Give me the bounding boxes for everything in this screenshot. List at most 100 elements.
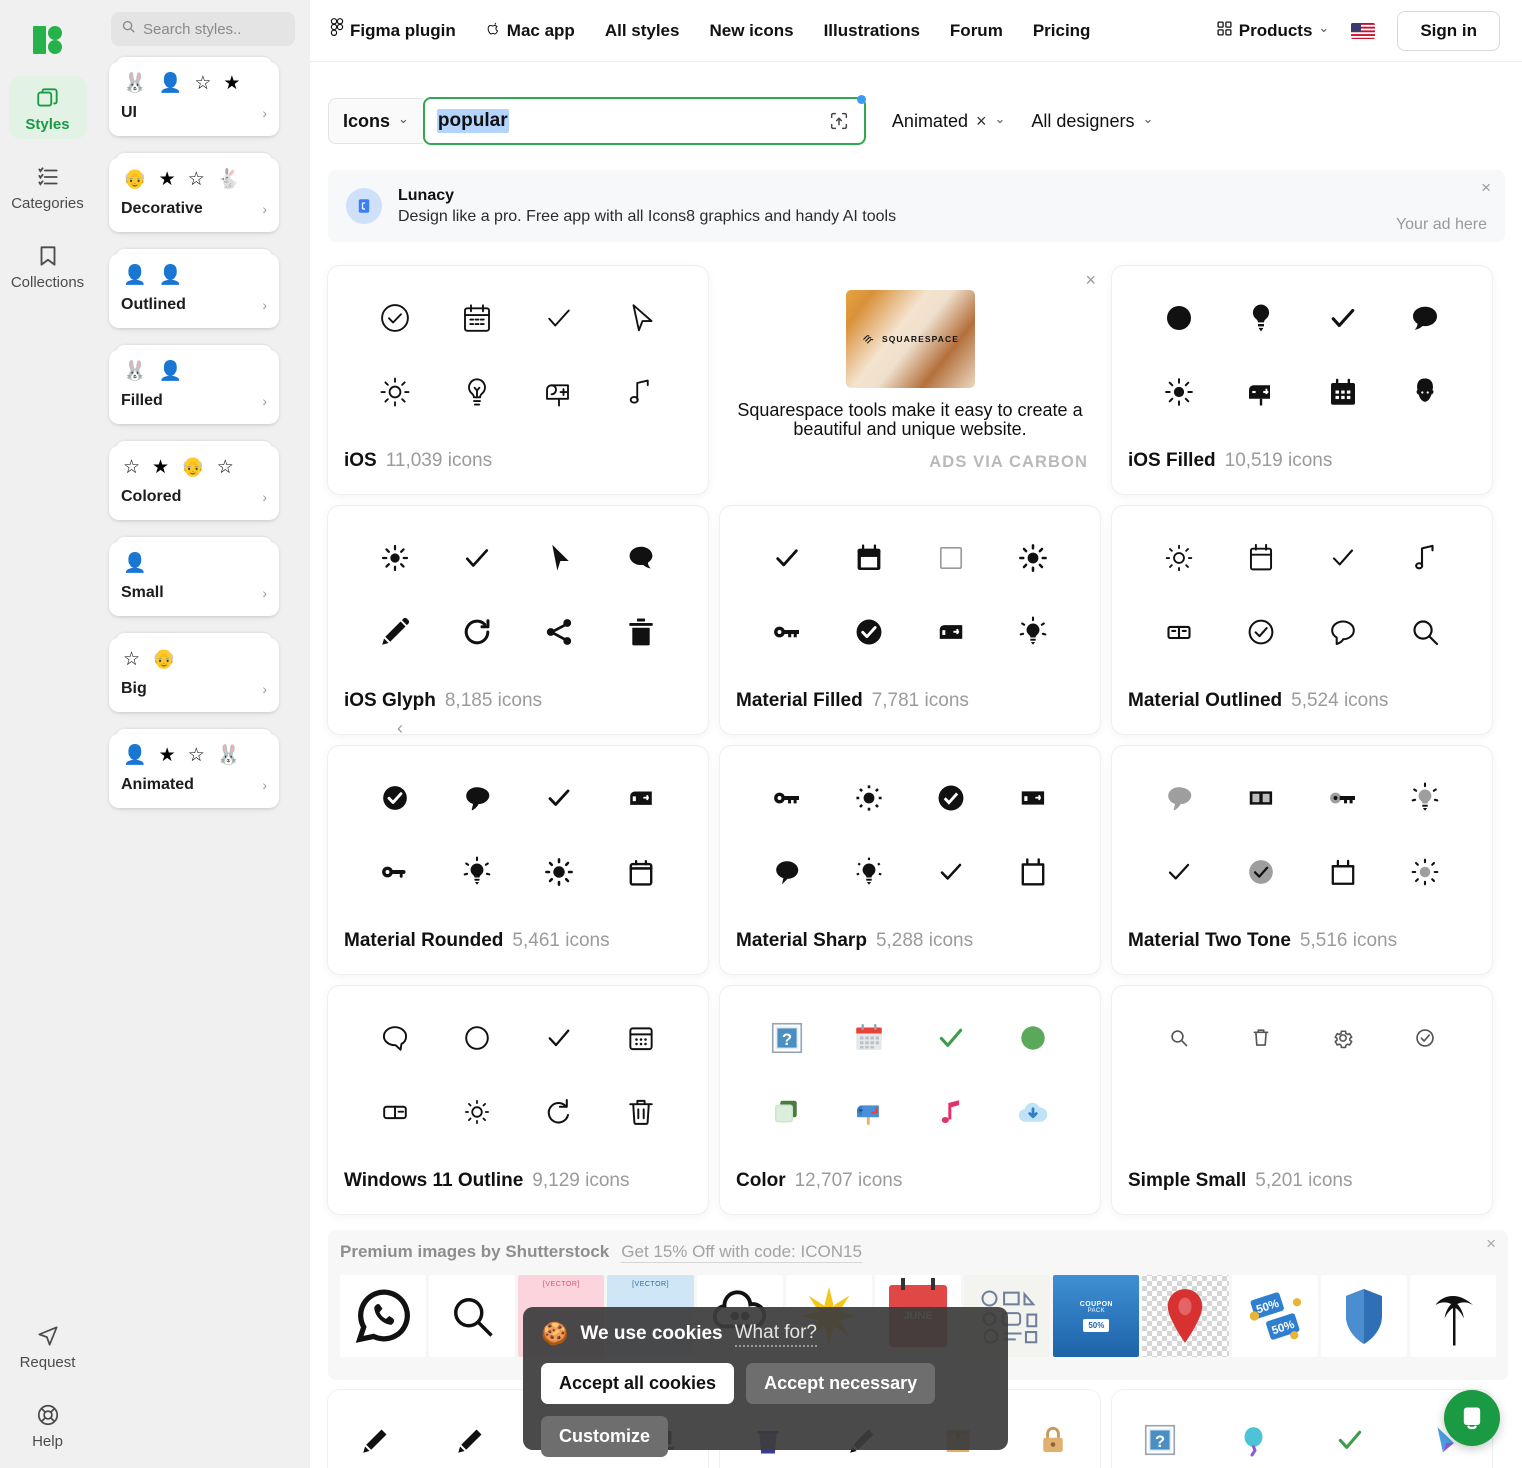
products-menu[interactable]: Products ⌄ (1216, 20, 1329, 42)
check-circle-outline-icon[interactable] (373, 296, 417, 340)
icon-style-card-material-two-tone[interactable]: Material Two Tone 5,516 icons (1112, 746, 1492, 974)
style-card-outlined[interactable]: 👤 👤 Outlined › (109, 249, 279, 328)
style-card-animated[interactable]: 👤 ★ ☆ 🐰 Animated › (109, 729, 279, 808)
calendar-filled-icon[interactable] (1321, 370, 1365, 414)
partial-icon-card[interactable]: ? (1112, 1390, 1492, 1468)
checkmark-bold-icon[interactable] (1321, 296, 1365, 340)
sun-outline-icon[interactable] (373, 370, 417, 414)
your-ad-here-link[interactable]: Your ad here (1396, 216, 1487, 234)
sign-in-button[interactable]: Sign in (1397, 10, 1500, 51)
mailbox-sharp-icon[interactable] (1011, 776, 1055, 820)
share-glyph-icon[interactable] (537, 610, 581, 654)
icons8-logo[interactable] (28, 20, 68, 60)
circle-filled-icon[interactable] (1157, 296, 1201, 340)
speech-bubble-twotone-icon[interactable] (1157, 776, 1201, 820)
lightbulb-sharp-icon[interactable] (847, 850, 891, 894)
key-sharp-icon[interactable] (765, 776, 809, 820)
lightbulb-material-filled-icon[interactable] (1011, 610, 1055, 654)
calendar-win-icon[interactable] (619, 1016, 663, 1060)
accept-necessary-button[interactable]: Accept necessary (746, 1363, 936, 1404)
trash-glyph-icon[interactable] (619, 610, 663, 654)
question-box-color-icon[interactable]: ? (765, 1016, 809, 1060)
mailbox-material-filled-icon[interactable] (929, 610, 973, 654)
mailbox-color-icon[interactable] (847, 1090, 891, 1134)
icon-style-card-material-rounded[interactable]: Material Rounded 5,461 icons (328, 746, 708, 974)
sun-sharp-icon[interactable] (847, 776, 891, 820)
copy-color-icon[interactable] (765, 1090, 809, 1134)
checkmark-material-outlined-icon[interactable] (1321, 536, 1365, 580)
mailbox-material-outlined-icon[interactable] (1157, 610, 1201, 654)
checkmark-rounded-icon[interactable] (537, 776, 581, 820)
key-material-filled-icon[interactable] (765, 610, 809, 654)
icon-style-card-ios-glyph[interactable]: iOS Glyph 8,185 icons (328, 506, 708, 734)
panel-collapse-handle[interactable]: ‹ (397, 718, 403, 739)
key-rounded-icon[interactable] (373, 850, 417, 894)
whatsapp-logo-thumb[interactable] (340, 1275, 427, 1357)
lightbulb-filled-icon[interactable] (1239, 296, 1283, 340)
customize-cookies-button[interactable]: Customize (541, 1416, 669, 1457)
speech-bubble-filled-icon[interactable] (1403, 296, 1447, 340)
style-card-small[interactable]: 👤 Small › (109, 537, 279, 616)
search-material-outlined-icon[interactable] (1403, 610, 1447, 654)
style-card-filled[interactable]: 🐰 👤 Filled › (109, 345, 279, 424)
squarespace-ad-image[interactable]: SQUARESPACE (845, 290, 975, 388)
trash-small-icon[interactable] (1239, 1016, 1283, 1060)
check-circle-rounded-icon[interactable] (373, 776, 417, 820)
mailbox-rounded-icon[interactable] (619, 776, 663, 820)
pencil-glyph-icon[interactable] (373, 610, 417, 654)
close-icon[interactable]: × (1481, 178, 1491, 198)
icon-style-card-material-filled[interactable]: Material Filled 7,781 icons (720, 506, 1100, 734)
speech-bubble-glyph-icon[interactable] (619, 536, 663, 580)
search-type-select[interactable]: Icons ⌄ (328, 98, 423, 144)
sun-twotone-icon[interactable] (1403, 850, 1447, 894)
style-card-big[interactable]: ☆ 👴 Big › (109, 633, 279, 712)
icon-style-card-windows-11-outline[interactable]: Windows 11 Outline 9,129 icons (328, 986, 708, 1214)
magnifier-thumb[interactable] (429, 1275, 516, 1357)
nav-link-figma-plugin[interactable]: Figma plugin (330, 18, 456, 43)
accept-all-cookies-button[interactable]: Accept all cookies (541, 1363, 735, 1404)
style-card-decorative[interactable]: 👴 ★ ☆ 🐇 Decorative › (109, 153, 279, 232)
refresh-glyph-icon[interactable] (455, 610, 499, 654)
gear-small-icon[interactable] (1321, 1016, 1365, 1060)
icon-style-card-ios[interactable]: iOS 11,039 icons (328, 266, 708, 494)
checkmark-sharp-icon[interactable] (929, 850, 973, 894)
icon-style-card-ios-filled[interactable]: iOS Filled 10,519 icons (1112, 266, 1492, 494)
sidebar-item-request[interactable]: Request (9, 1314, 87, 1377)
search-input[interactable]: popular (422, 95, 866, 145)
calendar-material-outlined-icon[interactable] (1239, 536, 1283, 580)
lightbulb-rounded-icon[interactable] (455, 850, 499, 894)
nav-link-illustrations[interactable]: Illustrations (824, 21, 920, 41)
sidebar-item-collections[interactable]: Collections (9, 234, 87, 297)
discount-50-thumb[interactable]: 50% 50% (1231, 1275, 1318, 1357)
style-card-colored[interactable]: ☆ ★ 👴 ☆ Colored › (109, 441, 279, 520)
cursor-outline-icon[interactable] (619, 296, 663, 340)
filter-all-designers[interactable]: All designers ⌄ (1031, 111, 1153, 132)
circle-green-color-icon[interactable] (1011, 1016, 1055, 1060)
nav-link-new-icons[interactable]: New icons (709, 21, 793, 41)
chat-support-icon[interactable] (1444, 1390, 1500, 1446)
check-circle-material-filled-icon[interactable] (847, 610, 891, 654)
nav-link-all-styles[interactable]: All styles (605, 21, 680, 41)
map-pin-thumb[interactable] (1142, 1275, 1229, 1357)
search-styles-input[interactable]: Search styles.. (111, 12, 295, 46)
cloud-download-color-icon[interactable] (1011, 1090, 1055, 1134)
calendar-rounded-icon[interactable] (619, 850, 663, 894)
upload-image-icon[interactable] (824, 95, 866, 136)
mailbox-win-icon[interactable] (373, 1090, 417, 1134)
palm-tree-thumb[interactable] (1409, 1275, 1497, 1357)
calendar-outline-icon[interactable] (455, 296, 499, 340)
check-circle-twotone-icon[interactable] (1239, 850, 1283, 894)
calendar-color-icon[interactable] (847, 1016, 891, 1060)
sun-win-icon[interactable] (455, 1090, 499, 1134)
music-note-color-icon[interactable] (929, 1090, 973, 1134)
speech-bubble-sharp-icon[interactable] (765, 850, 809, 894)
key-twotone-icon[interactable] (1321, 776, 1365, 820)
question-box-color-icon[interactable]: ? (1138, 1418, 1182, 1462)
close-icon[interactable]: × (1486, 1234, 1496, 1254)
refresh-win-icon[interactable] (537, 1090, 581, 1134)
check-circle-sharp-icon[interactable] (929, 776, 973, 820)
icon-style-card-color[interactable]: ? Color 12,707 icons (720, 986, 1100, 1214)
nav-link-forum[interactable]: Forum (950, 21, 1003, 41)
check-circle-small-icon[interactable] (1403, 1016, 1447, 1060)
sun-material-filled-icon[interactable] (1011, 536, 1055, 580)
